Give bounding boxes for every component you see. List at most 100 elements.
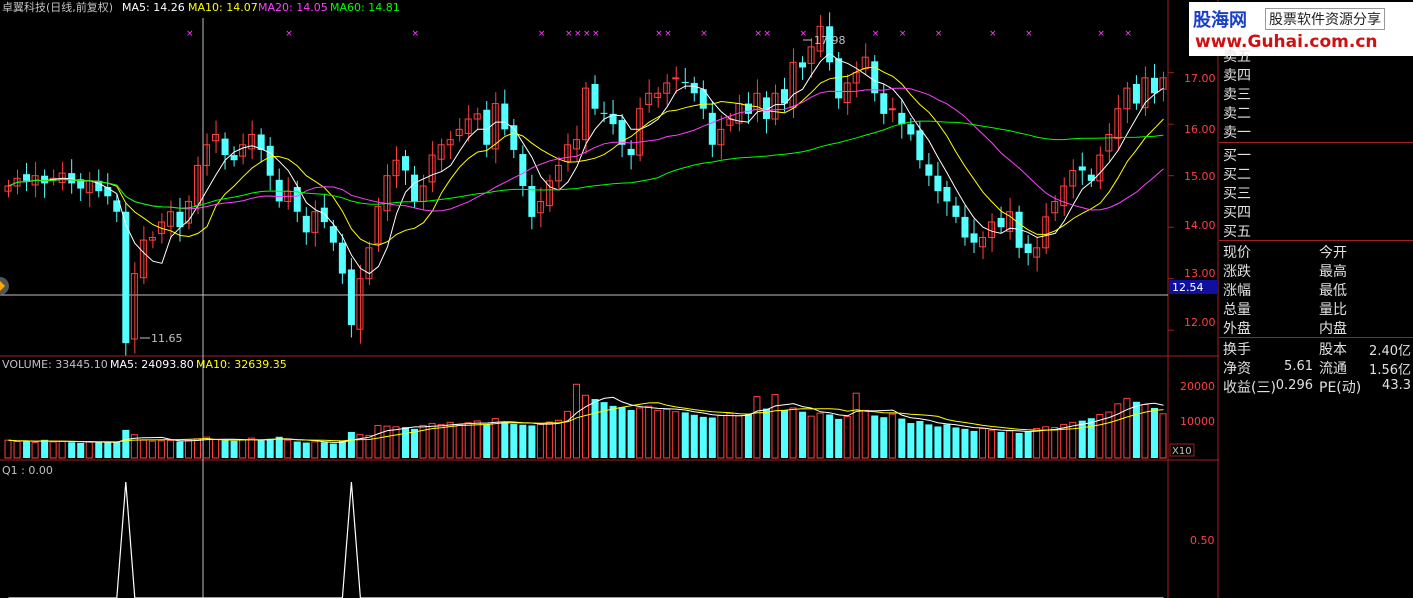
signal-marker: × — [592, 29, 600, 39]
volume-bar — [843, 416, 851, 459]
quote-label: 最高 — [1319, 264, 1347, 280]
volume-bar — [735, 415, 743, 459]
bid-3: 买三 — [1223, 186, 1251, 202]
volume-bar — [374, 424, 382, 459]
volume-bar — [1042, 426, 1050, 459]
volume-bar — [636, 407, 644, 459]
candle-body — [402, 156, 410, 171]
stat-value: 43.3 — [1382, 378, 1411, 393]
candle-body — [907, 124, 915, 135]
volume-bar — [501, 422, 509, 458]
volume-bar — [591, 399, 599, 458]
volume-bar — [627, 410, 635, 458]
volume-bar — [528, 425, 536, 458]
volume-bar — [581, 394, 590, 459]
quote-label: 现价 — [1223, 245, 1251, 261]
candle-body — [347, 269, 355, 326]
volume-bar — [464, 422, 472, 459]
signal-marker: × — [1124, 29, 1132, 39]
volume-bar — [572, 383, 580, 459]
volume-bar — [997, 431, 1005, 458]
candle-body — [266, 145, 274, 176]
candle-body — [1078, 166, 1086, 171]
volume-bar — [744, 413, 752, 458]
volume-bar — [672, 411, 680, 459]
candle-body — [925, 164, 933, 176]
volume-bar — [184, 439, 192, 459]
volume-bar — [473, 420, 481, 459]
quote-panel: 卖五 卖四 卖三 卖二 卖一 买一 买二 买三 买四 买五 现价 涨跌 涨幅 总… — [1219, 0, 1413, 598]
volume-bar — [58, 440, 66, 459]
signal-marker: × — [700, 29, 708, 39]
volume-bar — [762, 408, 770, 458]
volume-bar — [807, 415, 815, 459]
volume-bar — [554, 419, 562, 459]
volume-bar — [1105, 411, 1113, 459]
signal-marker: × — [800, 29, 808, 39]
signal-marker: × — [1097, 29, 1105, 39]
volume-bar — [446, 421, 454, 459]
volume-bar — [753, 396, 761, 459]
volume-bar — [952, 427, 960, 458]
volume-bar — [402, 427, 410, 458]
candle-body — [221, 138, 229, 156]
volume-bar — [1087, 418, 1095, 458]
candle-body — [871, 61, 879, 94]
volume-bar — [483, 424, 491, 458]
volume-bar — [934, 426, 942, 458]
candlestick-series — [4, 12, 1167, 356]
candle-body — [572, 139, 580, 150]
volume-bar — [1150, 407, 1158, 458]
chart-frame — [0, 0, 1219, 598]
candle-body — [627, 148, 635, 156]
volume-tick: 20000 — [1180, 380, 1215, 393]
volume-label: VOLUME: 33445.10 — [2, 358, 108, 371]
volume-bar — [1114, 403, 1122, 459]
candle-body — [148, 237, 156, 241]
quote-label: 内盘 — [1319, 321, 1347, 337]
volume-bar — [1132, 401, 1140, 458]
volume-tick: 10000 — [1180, 415, 1215, 428]
volume-bar — [148, 440, 156, 459]
price-tick: 17.00 — [1184, 72, 1216, 85]
signal-marker: × — [763, 29, 771, 39]
volume-bar — [1123, 397, 1131, 459]
candle-body — [1024, 243, 1032, 253]
volume-bar — [41, 439, 49, 458]
signal-marker: × — [583, 29, 591, 39]
volume-bar — [519, 424, 527, 458]
volume-bar — [645, 405, 653, 459]
volume-bar — [239, 439, 247, 459]
candle-body — [600, 112, 608, 114]
volume-bar — [302, 442, 310, 458]
volume-bar — [816, 412, 824, 459]
divider — [1219, 142, 1413, 143]
volume-bar — [157, 440, 165, 459]
candle-body — [997, 217, 1005, 228]
volume-ma10-line — [8, 402, 1164, 443]
volume-bar — [781, 410, 789, 458]
stat-value: 0.296 — [1275, 378, 1313, 393]
volume-bar — [961, 428, 969, 458]
volume-bar — [979, 428, 987, 459]
volume-bar — [726, 412, 734, 459]
volume-bar — [771, 394, 779, 459]
candle-body — [943, 187, 951, 202]
ma10-label: MA10: 14.07 — [188, 1, 258, 14]
signal-marker: × — [538, 29, 546, 39]
volume-bar — [411, 428, 419, 458]
candle-body — [122, 211, 130, 344]
candle-body — [1150, 77, 1158, 94]
volume-bar — [491, 418, 499, 459]
volume-bar — [329, 443, 337, 458]
stat-label: 股本 — [1319, 342, 1347, 358]
signal-markers: × × × × × × × × × × × × × × × × × × × × × — [186, 29, 1132, 39]
volume-bar — [320, 442, 328, 458]
ma60-label: MA60: 14.81 — [330, 1, 400, 14]
divider — [1219, 240, 1413, 241]
price-tick: 14.00 — [1184, 219, 1216, 232]
volume-bar — [835, 418, 843, 458]
volume-bar — [338, 440, 346, 458]
bid-1: 买一 — [1223, 148, 1251, 164]
volume-bar — [95, 442, 103, 458]
